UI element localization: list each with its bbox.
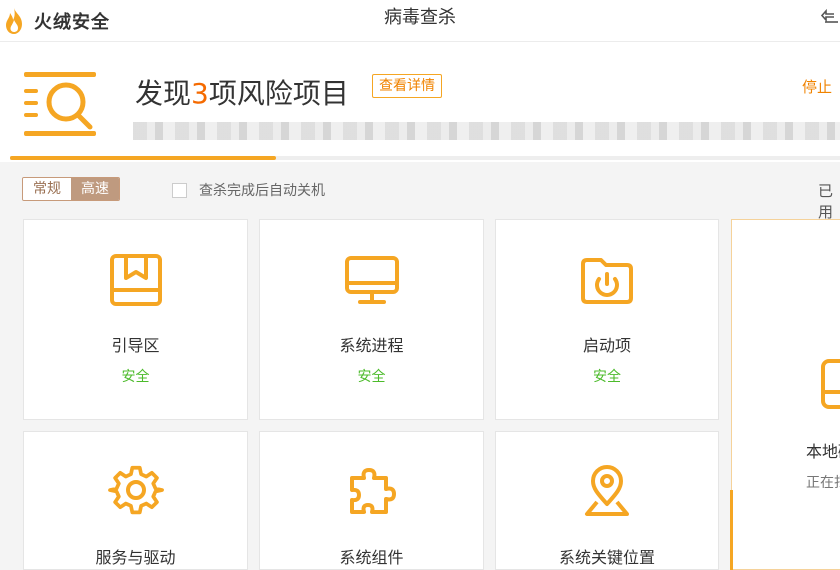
puzzle-piece-icon	[344, 464, 400, 520]
scan-item-status: 安全	[357, 369, 386, 385]
stop-button[interactable]: 停止	[802, 76, 832, 97]
monitor-icon	[344, 252, 400, 308]
risk-count: 3	[191, 77, 209, 110]
folder-power-icon	[579, 252, 635, 308]
auto-shutdown-option[interactable]: 查杀完成后自动关机	[172, 180, 325, 200]
scan-header: 发现3项风险项目 查看详情 停止	[0, 42, 840, 162]
scan-progress-bar	[10, 156, 276, 160]
scan-item-name: 启动项	[582, 336, 631, 355]
flame-logo-icon	[2, 4, 30, 38]
hard-disk-icon	[820, 358, 840, 410]
brand: 火绒安全	[0, 0, 110, 42]
scan-item-key-locations: 系统关键位置	[495, 431, 719, 570]
mode-normal-button[interactable]: 常规	[23, 178, 71, 200]
window-title: 病毒查杀	[384, 7, 456, 28]
scan-magnifier-icon	[22, 70, 100, 138]
scan-item-name: 引导区	[111, 336, 160, 355]
bookmark-box-icon	[108, 252, 164, 308]
scan-item-local-disk: 本地磁盘 正在扫描	[730, 219, 840, 570]
scan-item-name: 本地磁盘	[806, 442, 840, 461]
risk-summary-title: 发现3项风险项目	[135, 77, 349, 110]
scan-item-system-process: 系统进程 安全	[259, 219, 484, 420]
scan-item-services-drivers: 服务与驱动	[23, 431, 248, 570]
scan-item-status: 安全	[121, 369, 150, 385]
scan-item-name: 系统关键位置	[558, 548, 655, 567]
scan-item-startup: 启动项 安全	[495, 219, 719, 420]
scan-mode-toggle: 常规 高速	[22, 177, 120, 201]
view-details-button[interactable]: 查看详情	[372, 74, 442, 98]
mode-fast-button[interactable]: 高速	[71, 178, 119, 200]
scan-item-name: 系统进程	[339, 336, 404, 355]
map-pin-icon	[579, 464, 635, 520]
scan-item-system-components: 系统组件	[259, 431, 484, 570]
scan-current-path-blurred	[133, 122, 840, 140]
active-indicator-bar	[730, 490, 733, 570]
elapsed-time-label: 已用	[818, 182, 834, 221]
scan-item-name: 系统组件	[339, 548, 404, 567]
scan-item-boot-sector: 引导区 安全	[23, 219, 248, 420]
title-bar: 火绒安全 病毒查杀	[0, 0, 840, 42]
gear-icon	[107, 464, 164, 520]
scan-item-status: 安全	[593, 369, 621, 385]
scan-item-name: 服务与驱动	[95, 548, 176, 567]
scan-item-status: 正在扫描	[806, 475, 840, 491]
auto-shutdown-checkbox[interactable]	[172, 182, 187, 198]
auto-shutdown-label: 查杀完成后自动关机	[199, 183, 325, 199]
back-arrow-icon[interactable]	[820, 8, 840, 28]
brand-name: 火绒安全	[34, 12, 110, 33]
